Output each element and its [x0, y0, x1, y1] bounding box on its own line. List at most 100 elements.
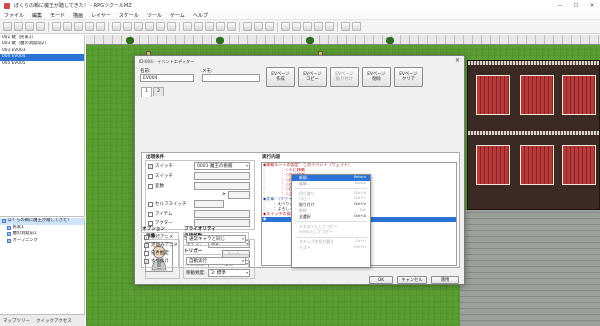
app-icon — [4, 2, 10, 9]
context-menu-item[interactable]: テスト Ctrl+R — [292, 245, 370, 251]
shadow-pen-icon[interactable] — [227, 22, 236, 31]
building-tile — [467, 60, 600, 210]
switch2-label: スイッチ — [155, 174, 173, 179]
walking-anim-checkbox[interactable]: ✓ — [144, 235, 149, 240]
self-switch-select[interactable] — [194, 200, 224, 208]
variable-checkbox[interactable] — [148, 184, 153, 189]
left-panel-tab[interactable]: マップツリー — [0, 318, 33, 324]
menu-item[interactable]: ツール — [143, 12, 166, 19]
priority-select[interactable]: 通常キャラと同じ ▾ — [186, 235, 246, 243]
name-field[interactable]: EV004 — [140, 74, 194, 82]
zoom-out-icon[interactable] — [254, 22, 263, 31]
walking-anim-label: 歩行アニメ — [151, 235, 174, 240]
ok-button[interactable]: OK — [369, 276, 393, 284]
building-window — [562, 145, 596, 185]
freq-select[interactable]: 3: 標準 ▾ — [208, 269, 250, 277]
variable-select[interactable] — [194, 182, 250, 190]
menu-item[interactable]: ファイル — [0, 12, 28, 19]
context-menu-label: テキストとしてコピー — [299, 223, 338, 229]
new-project-icon[interactable] — [3, 22, 12, 31]
apply-button[interactable]: 適用 — [431, 276, 459, 284]
play-test-icon[interactable] — [341, 22, 350, 31]
bush-icon — [386, 37, 394, 44]
plugin-icon[interactable] — [292, 22, 301, 31]
cut-icon[interactable] — [52, 22, 61, 31]
context-menu-shortcut: Space — [354, 180, 366, 185]
context-menu-item[interactable]: 編集... Space — [292, 181, 370, 187]
undo-icon[interactable] — [96, 22, 105, 31]
fill-icon[interactable] — [216, 22, 225, 31]
building-railing — [468, 131, 599, 135]
menu-item[interactable]: モード — [46, 12, 69, 19]
menu-item[interactable]: 描画 — [69, 12, 87, 19]
event-search-icon[interactable] — [314, 22, 323, 31]
event-list-item[interactable]: 005 EV005 — [0, 61, 84, 67]
menu-item[interactable]: 編集 — [28, 12, 46, 19]
delete-icon[interactable] — [85, 22, 94, 31]
bush-icon — [126, 37, 134, 44]
event-page-tab[interactable]: 1 — [141, 87, 152, 97]
copy-icon[interactable] — [63, 22, 72, 31]
item-checkbox[interactable] — [148, 212, 153, 217]
context-menu-item[interactable]: 全選択 Ctrl+A — [292, 214, 370, 220]
database-icon[interactable] — [281, 22, 290, 31]
paste-icon[interactable] — [74, 22, 83, 31]
event-page-button[interactable]: EVページ クリア — [394, 67, 423, 87]
event-page-button[interactable]: EVページ コピー — [298, 67, 327, 87]
event-page-button[interactable]: EVページ 貼り付け — [330, 67, 359, 87]
region-icon[interactable] — [156, 22, 165, 31]
event-page-button[interactable]: EVページ 削除 — [362, 67, 391, 87]
cancel-button[interactable]: キャンセル — [397, 276, 427, 284]
self-switch-checkbox[interactable] — [148, 202, 153, 207]
zoom-reset-icon[interactable] — [265, 22, 274, 31]
stepping-anim-checkbox[interactable]: ✓ — [144, 243, 149, 248]
window-controls: — ☐ ✕ — [552, 0, 600, 11]
event-page-button[interactable]: EVページ 作成 — [266, 67, 295, 87]
layer2-icon[interactable] — [123, 22, 132, 31]
map-tree-item[interactable]: オープニング — [0, 238, 84, 245]
context-menu-item[interactable]: HTMLとしてコピー — [292, 229, 370, 235]
pencil-icon[interactable] — [183, 22, 192, 31]
item-select[interactable] — [194, 210, 250, 218]
direction-fix-checkbox[interactable] — [144, 251, 149, 256]
trigger-select[interactable]: 自動実行 ▾ — [186, 257, 246, 265]
sound-test-icon[interactable] — [303, 22, 312, 31]
folder-icon[interactable] — [352, 22, 361, 31]
event-list[interactable]: 002 鍵（民家1） 003 鍵（魔の洞窟前2） 003 EV003 004 EV00… — [0, 35, 85, 217]
context-menu: 新規... Return 編集... Space 切り取り Ctrl+X コピー Ctrl+C… — [291, 174, 371, 268]
minimize-button[interactable]: — — [552, 0, 568, 11]
menu-item[interactable]: ヘルプ — [189, 12, 212, 19]
rectangle-icon[interactable] — [194, 22, 203, 31]
close-button[interactable]: ✕ — [584, 0, 600, 11]
layer3-icon[interactable] — [134, 22, 143, 31]
note-field[interactable] — [202, 74, 260, 82]
event-page-tab[interactable]: 2 — [153, 87, 164, 96]
menu-separator — [295, 236, 367, 238]
switch2-select[interactable] — [194, 172, 250, 180]
variable-value-field[interactable] — [228, 191, 250, 199]
switch1-select[interactable]: 0001 魔王の挑戦 ▾ — [194, 162, 250, 170]
context-menu-label: テスト — [299, 244, 311, 250]
open-project-icon[interactable] — [14, 22, 23, 31]
map-icon — [2, 219, 6, 224]
left-panel-tab[interactable]: クイックアクセス — [33, 318, 75, 324]
layer4-icon[interactable] — [145, 22, 154, 31]
resource-manager-icon[interactable] — [325, 22, 334, 31]
menu-item[interactable]: レイヤー — [87, 12, 115, 19]
toolbar-separator — [48, 21, 49, 32]
through-checkbox[interactable]: ✓ — [144, 259, 149, 264]
map-tree[interactable]: ぼくらの鵜に魔王が踏してきた！ 民家1 魔の洞窟前1 オープニング — [0, 218, 85, 314]
ellipse-icon[interactable] — [205, 22, 214, 31]
layer1-icon[interactable] — [112, 22, 121, 31]
event-icon[interactable] — [167, 22, 176, 31]
context-menu-label: コピー — [299, 196, 311, 202]
zoom-in-icon[interactable] — [243, 22, 252, 31]
menu-item[interactable]: ゲーム — [166, 12, 189, 19]
maximize-button[interactable]: ☐ — [568, 0, 584, 11]
save-project-icon[interactable] — [25, 22, 34, 31]
deploy-icon[interactable] — [36, 22, 45, 31]
dialog-close-button[interactable]: ✕ — [455, 57, 460, 64]
switch2-checkbox[interactable] — [148, 174, 153, 179]
menu-item[interactable]: スケール — [115, 12, 143, 19]
switch1-checkbox[interactable]: ✓ — [148, 164, 153, 169]
